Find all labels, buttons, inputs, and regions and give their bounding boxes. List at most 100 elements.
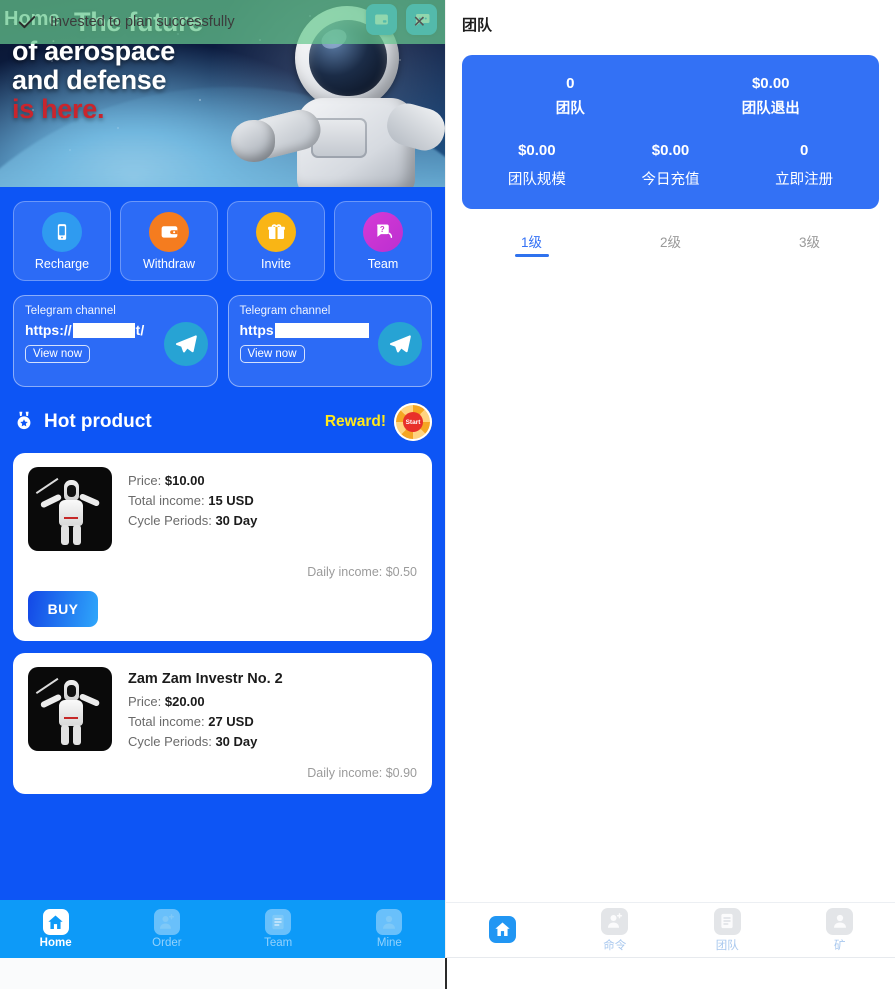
wallet-icon — [149, 211, 189, 252]
stat-label: 团队退出 — [741, 101, 800, 117]
price-label: Price: — [128, 694, 162, 709]
income-value: 27 USD — [208, 714, 254, 729]
action-label: Team — [367, 256, 399, 271]
quick-actions-row: Recharge Withdraw Invite ? Team — [0, 187, 445, 281]
nav-item-team[interactable]: 团队 — [671, 907, 784, 953]
cycle-label: Cycle Periods: — [128, 734, 212, 749]
telegram-icon[interactable] — [378, 322, 422, 366]
level-tabs: 1级 2级 3级 — [462, 231, 879, 257]
stat-value: $0.00 — [751, 75, 790, 92]
telegram-card-2[interactable]: Telegram channel https View now — [227, 295, 432, 387]
spin-wheel-start-icon[interactable]: Start — [394, 403, 432, 441]
cycle-value: 30 Day — [215, 513, 258, 528]
telegram-cards-row: Telegram channel https:// t/ View now Te… — [0, 281, 445, 387]
person-icon — [826, 907, 854, 935]
tab-level-3[interactable]: 3级 — [740, 231, 879, 257]
action-recharge[interactable]: Recharge — [13, 201, 111, 281]
telegram-url-prefix: https — [239, 322, 274, 338]
left-mobile-app: Home The future of aerospace and defense… — [0, 0, 445, 958]
nav-item-order[interactable]: Order — [111, 909, 222, 949]
stat-label: 团队 — [555, 101, 585, 117]
tab-level-2[interactable]: 2级 — [601, 231, 740, 257]
document-icon — [713, 907, 741, 935]
stat-label: 今日充值 — [641, 172, 700, 188]
income-label: Total income: — [128, 493, 205, 508]
telegram-card-title: Telegram channel — [25, 305, 116, 317]
view-now-button[interactable]: View now — [239, 345, 305, 363]
humanoid-robot-photo — [28, 667, 112, 751]
product-price-row: Price: $10.00 — [128, 471, 257, 491]
telegram-icon[interactable] — [163, 322, 208, 366]
right-bottom-nav: 命令 团队 矿 — [446, 902, 895, 958]
cycle-label: Cycle Periods: — [128, 513, 212, 528]
telegram-url-suffix: t/ — [135, 322, 145, 338]
app-screen: Home The future of aerospace and defense… — [0, 0, 895, 989]
nav-label: Home — [39, 937, 72, 949]
product-card[interactable]: Price: $10.00 Total income: 15 USD Cycle… — [13, 453, 432, 641]
nav-item-home[interactable]: Home — [0, 909, 111, 949]
price-label: Price: — [128, 473, 162, 488]
nav-label: 团队 — [715, 939, 739, 952]
nav-label: Order — [152, 937, 182, 949]
action-label: Recharge — [34, 256, 90, 271]
gift-icon — [256, 211, 296, 252]
redaction-block — [72, 322, 135, 338]
banner-line-3: and defense — [12, 65, 167, 95]
nav-label: 矿 — [834, 939, 846, 952]
left-bottom-nav: Home Order Team Mine — [0, 900, 445, 958]
action-label: Invite — [261, 256, 291, 271]
chat-question-icon: ? — [363, 211, 403, 252]
document-icon — [265, 909, 292, 935]
team-page-title: 团队 — [462, 17, 493, 34]
action-label: Withdraw — [142, 256, 196, 271]
daily-income: Daily income: $0.50 — [307, 565, 417, 579]
telegram-card-title: Telegram channel — [239, 305, 331, 317]
product-income-row: Total income: 27 USD — [128, 712, 283, 732]
right-team-app: 团队 0 团队 $0.00 团队退出 $0.00 团队规模 $0.00 今日充值… — [445, 0, 895, 958]
product-income-row: Total income: 15 USD — [128, 491, 257, 511]
income-value: 15 USD — [208, 493, 254, 508]
product-cycle-row: Cycle Periods: 30 Day — [128, 511, 257, 531]
telegram-url-prefix: https:// — [25, 322, 72, 338]
nav-item-mine[interactable]: Mine — [334, 909, 445, 949]
hot-product-title: Hot product — [44, 411, 152, 432]
close-icon[interactable]: ✕ — [410, 12, 429, 32]
product-cycle-row: Cycle Periods: 30 Day — [128, 732, 283, 752]
team-stats-bottom-row: $0.00 团队规模 $0.00 今日充值 0 立即注册 — [470, 142, 871, 189]
tab-level-1[interactable]: 1级 — [462, 231, 601, 257]
humanoid-robot-photo — [28, 467, 112, 551]
nav-item-team[interactable]: Team — [223, 909, 334, 949]
telegram-card-1[interactable]: Telegram channel https:// t/ View now — [13, 295, 218, 387]
svg-text:?: ? — [379, 225, 384, 234]
mobile-phone-icon — [42, 211, 82, 252]
view-now-button[interactable]: View now — [25, 345, 91, 363]
product-name: Zam Zam Investr No. 2 — [128, 671, 283, 687]
cycle-value: 30 Day — [215, 734, 258, 749]
nav-item-home[interactable] — [446, 915, 559, 945]
add-person-icon — [601, 907, 629, 935]
nav-item-mine[interactable]: 矿 — [784, 907, 895, 953]
price-value: $10.00 — [164, 473, 205, 488]
spin-wheel-center-text: Start — [403, 412, 423, 432]
action-invite[interactable]: Invite — [227, 201, 325, 281]
stat-team-exit: $0.00 团队退出 — [671, 75, 872, 118]
team-stats-card: 0 团队 $0.00 团队退出 $0.00 团队规模 $0.00 今日充值 0 … — [462, 55, 879, 209]
stat-team-count: 0 团队 — [470, 75, 671, 118]
reward-label[interactable]: Reward! — [325, 413, 386, 431]
action-withdraw[interactable]: Withdraw — [120, 201, 218, 281]
product-price-row: Price: $20.00 — [128, 692, 283, 712]
toast-message: Invested to plan successfully — [50, 14, 235, 30]
daily-income: Daily income: $0.90 — [307, 766, 417, 780]
stat-value: $0.00 — [518, 142, 556, 159]
nav-label: Team — [264, 937, 293, 949]
nav-item-command[interactable]: 命令 — [559, 907, 672, 953]
product-card[interactable]: Zam Zam Investr No. 2 Price: $20.00 Tota… — [13, 653, 432, 794]
buy-button[interactable]: BUY — [28, 591, 98, 627]
home-icon — [488, 915, 516, 943]
stat-label: 立即注册 — [775, 172, 834, 188]
action-team[interactable]: ? Team — [334, 201, 432, 281]
medal-star-icon — [13, 409, 35, 436]
page-footer-left — [0, 958, 443, 989]
stat-value: $0.00 — [651, 142, 690, 159]
income-label: Total income: — [128, 714, 205, 729]
